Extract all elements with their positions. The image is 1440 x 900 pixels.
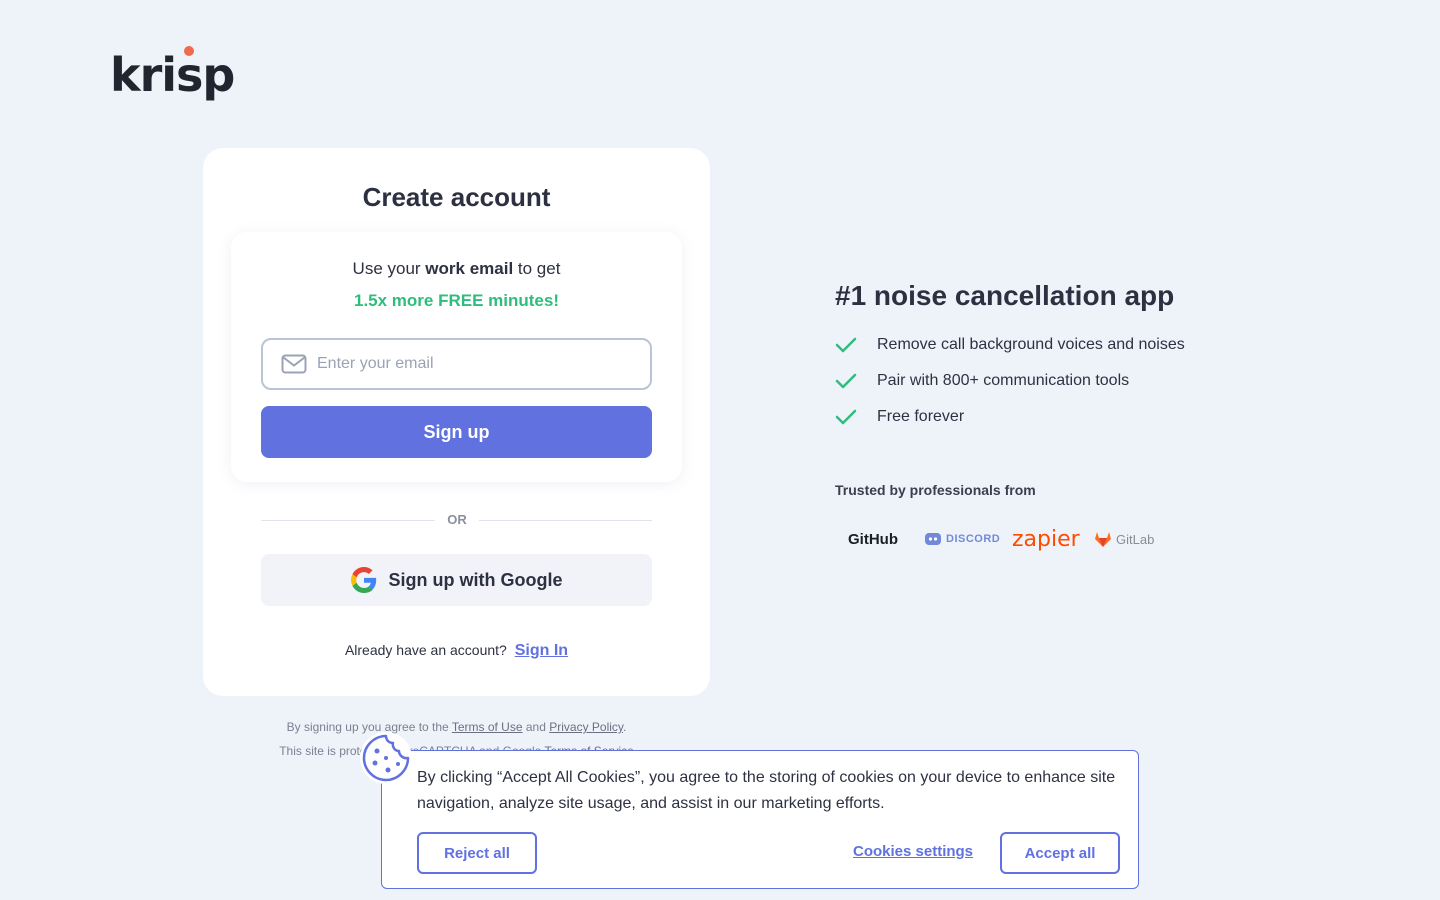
privacy-link[interactable]: Privacy Policy (549, 720, 623, 734)
or-label: OR (447, 512, 467, 527)
gitlab-logo: GitLab (1094, 526, 1174, 552)
check-icon (835, 372, 877, 390)
discord-logo: DISCORD (924, 526, 1012, 552)
logo-text: krisp (110, 48, 235, 102)
mail-icon (281, 354, 307, 374)
feature-label: Free forever (877, 408, 965, 425)
terms-link[interactable]: Terms of Use (452, 720, 523, 734)
trusted-label: Trusted by professionals from (835, 482, 1036, 498)
google-icon (350, 567, 376, 593)
feature-item: Remove call background voices and noises (835, 336, 1185, 354)
zapier-logo-text: zapier (1012, 526, 1080, 552)
discord-logo-text: DISCORD (946, 533, 1001, 545)
logo-dot (184, 46, 194, 56)
discord-icon (925, 533, 941, 545)
marketing-title: #1 noise cancellation app (835, 280, 1175, 311)
legal-suffix: . (623, 720, 627, 734)
feature-item: Pair with 800+ communication tools (835, 372, 1129, 390)
promo-highlight: 1.5x more FREE minutes! (353, 291, 559, 310)
divider-right (479, 520, 652, 521)
promo-bold: work email (425, 259, 514, 278)
krisp-logo[interactable]: krisp (110, 44, 235, 102)
google-signup-label: Sign up with Google (388, 569, 563, 590)
promo-suffix: to get (513, 259, 561, 278)
cookie-icon (360, 732, 412, 784)
legal-line-1: By signing up you agree to the Terms of … (203, 720, 710, 734)
email-input[interactable] (317, 355, 637, 373)
gitlab-logo-text: GitLab (1116, 531, 1155, 547)
check-icon (835, 408, 877, 426)
zapier-logo: zapier (1012, 526, 1094, 552)
promo-text: Use your work email to get (231, 259, 682, 279)
legal-and: and (522, 720, 550, 734)
gitlab-icon (1095, 531, 1111, 547)
page-title: Create account (362, 182, 551, 212)
accept-all-button[interactable]: Accept all (1000, 832, 1120, 874)
signin-prompt: Already have an account? Sign In (203, 642, 710, 660)
signin-link[interactable]: Sign In (515, 642, 568, 659)
github-logo-text: GitHub (848, 530, 898, 548)
legal-prefix: By signing up you agree to the (286, 720, 452, 734)
check-icon (835, 336, 877, 354)
feature-label: Pair with 800+ communication tools (877, 372, 1130, 389)
promo-prefix: Use your (352, 259, 426, 278)
github-logo: GitHub (848, 526, 924, 552)
reject-all-button[interactable]: Reject all (417, 832, 537, 874)
brand-logos: GitHub DISCORD zapier GitLab (848, 526, 1174, 552)
feature-label: Remove call background voices and noises (877, 336, 1185, 353)
cookie-text: By clicking “Accept All Cookies”, you ag… (417, 769, 1116, 812)
feature-item: Free forever (835, 408, 964, 426)
google-signup-button[interactable]: Sign up with Google (261, 554, 652, 606)
email-field[interactable] (261, 338, 652, 390)
divider-left (261, 520, 435, 521)
already-text: Already have an account? (344, 642, 507, 658)
signup-button[interactable]: Sign up (261, 406, 652, 458)
cookie-settings-link[interactable]: Cookies settings (853, 843, 973, 860)
